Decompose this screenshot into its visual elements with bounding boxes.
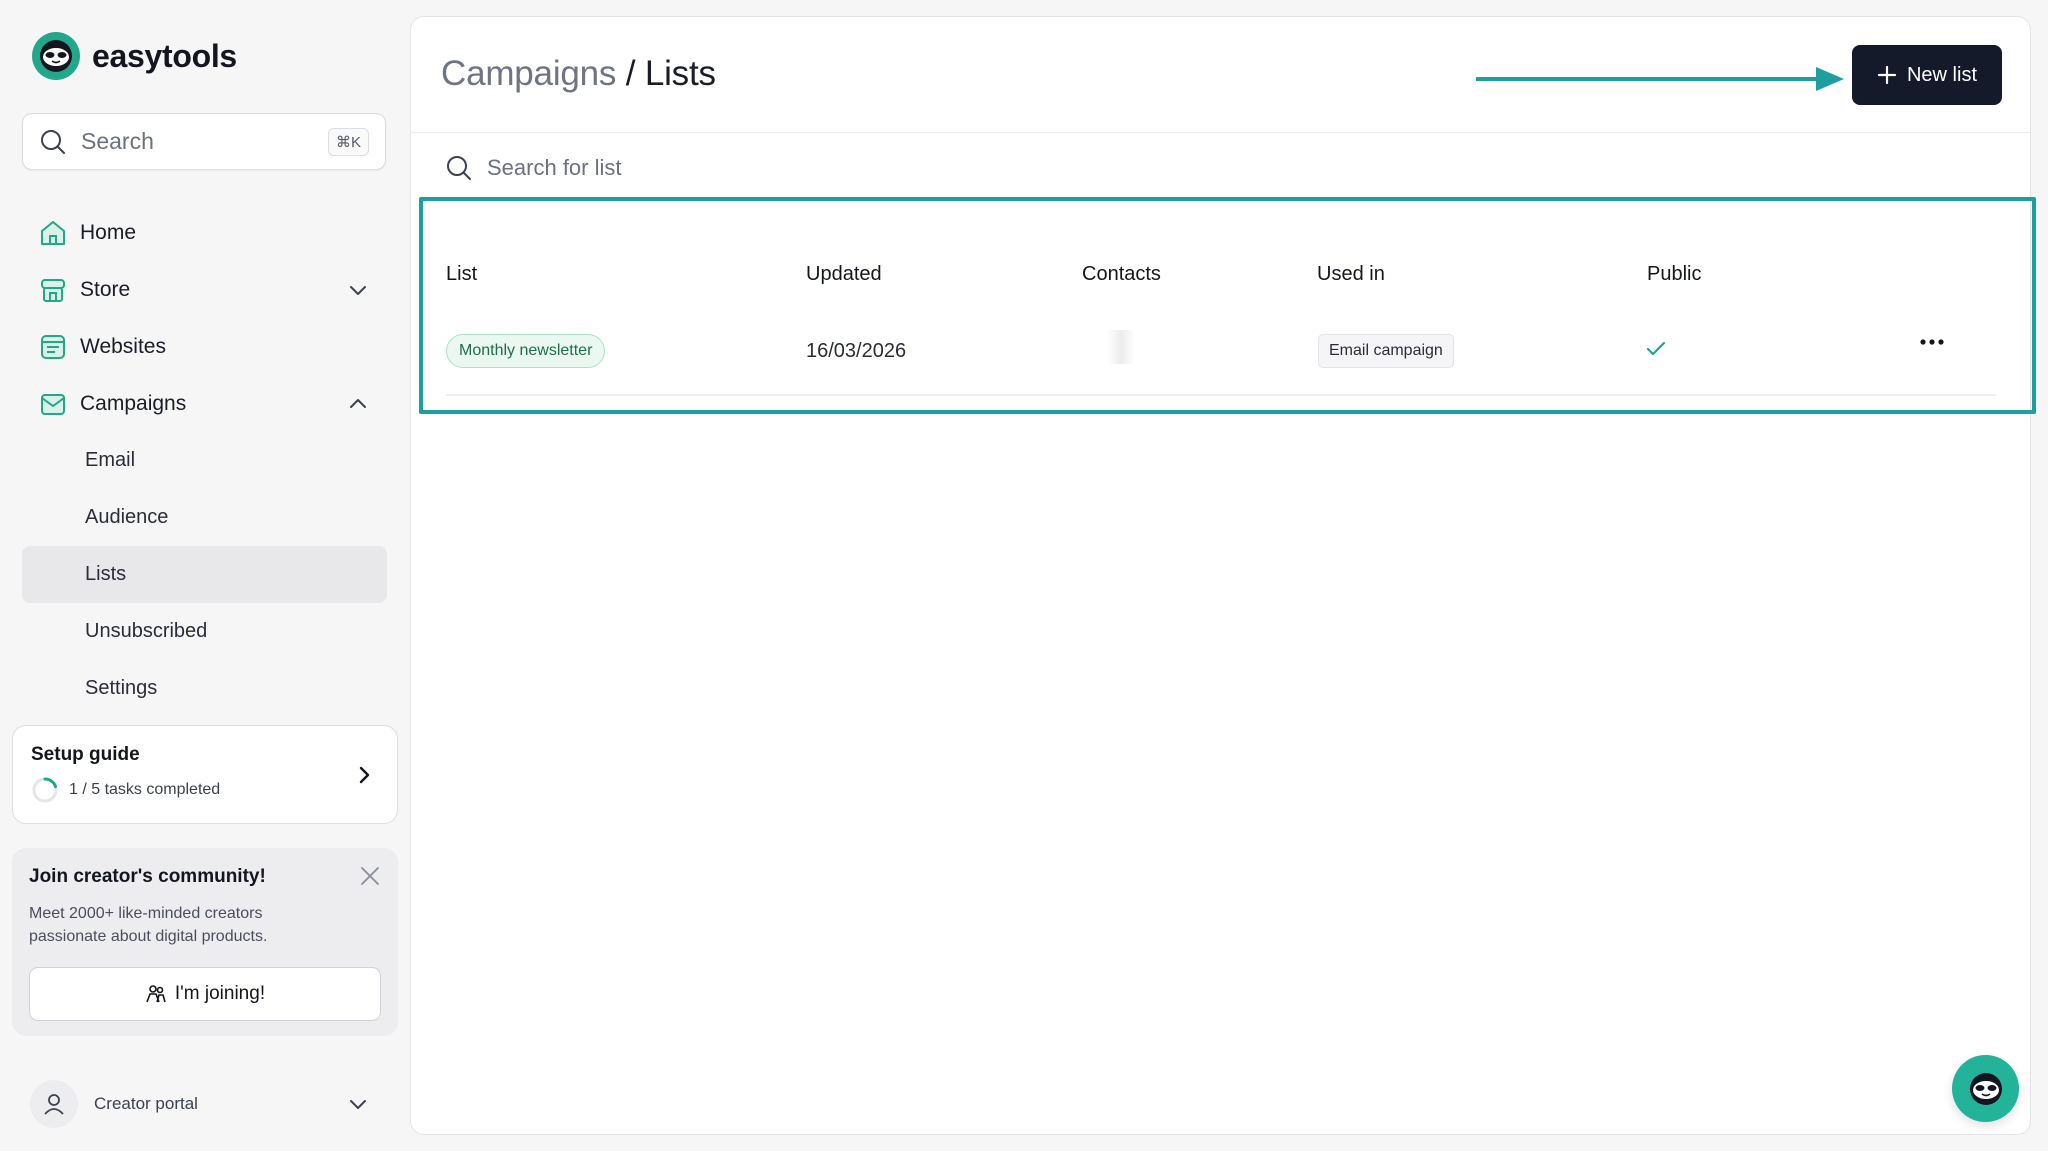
updated-date: 16/03/2026	[806, 340, 907, 362]
sidebar-subitem-label: Settings	[85, 677, 158, 699]
close-icon[interactable]	[358, 864, 382, 888]
home-icon	[41, 220, 65, 245]
column-header-used-in[interactable]: Used in	[1317, 263, 1385, 286]
annotation-arrow-icon	[1476, 67, 1844, 91]
join-community-button[interactable]: I'm joining!	[29, 967, 381, 1021]
store-icon	[41, 278, 65, 302]
page-header: Campaigns / Lists New list	[411, 17, 2030, 133]
sidebar-subitem-label: Lists	[85, 563, 127, 585]
support-chat-button[interactable]	[1952, 1055, 2019, 1122]
brand-name: easytools	[92, 37, 237, 74]
search-icon	[447, 156, 471, 180]
campaigns-icon	[41, 393, 65, 415]
sidebar-item-home[interactable]: Home	[22, 204, 387, 261]
column-header-list[interactable]: List	[446, 263, 477, 286]
used-in-badge: Email campaign	[1318, 334, 1454, 368]
sidebar-item-campaigns[interactable]: Campaigns	[22, 375, 387, 432]
new-list-button[interactable]: New list	[1852, 45, 2002, 105]
sidebar-item-label: Home	[80, 220, 137, 244]
search-placeholder: Search	[81, 128, 154, 154]
page-title: Lists	[644, 54, 716, 93]
search-shortcut-badge: ⌘K	[327, 127, 369, 156]
column-header-contacts[interactable]: Contacts	[1082, 263, 1161, 286]
creator-portal-switcher[interactable]: Creator portal	[22, 1076, 387, 1132]
community-text: Meet 2000+ like-minded creators passiona…	[29, 905, 268, 945]
contacts-count-placeholder	[1107, 330, 1135, 364]
creator-portal-label: Creator portal	[94, 1094, 198, 1113]
sidebar: easytools Search ⌘K Home Store Websites …	[0, 0, 410, 1151]
sloth-logo-icon	[32, 32, 80, 80]
breadcrumb-separator: /	[616, 54, 645, 93]
main-panel: Campaigns / Lists New list Search for li…	[410, 16, 2036, 1135]
sidebar-subitem-unsubscribed[interactable]: Unsubscribed	[22, 603, 387, 660]
sloth-chat-icon	[1969, 1072, 2002, 1105]
sidebar-subitem-label: Email	[85, 449, 136, 471]
sidebar-item-label: Store	[80, 277, 131, 301]
brand[interactable]: easytools	[32, 32, 237, 80]
list-name-badge[interactable]: Monthly newsletter	[446, 334, 606, 368]
check-icon	[1646, 341, 1666, 356]
row-divider	[446, 394, 1996, 396]
chevron-down-icon	[350, 1100, 366, 1109]
column-header-updated[interactable]: Updated	[806, 263, 882, 286]
sidebar-subitem-email[interactable]: Email	[22, 432, 387, 489]
chevron-up-icon[interactable]	[347, 393, 369, 415]
annotation-highlight-box	[419, 197, 2036, 414]
sidebar-item-label: Websites	[80, 334, 166, 358]
sidebar-subitem-label: Unsubscribed	[85, 620, 208, 642]
sidebar-subitem-lists[interactable]: Lists	[22, 546, 387, 603]
chevron-down-icon[interactable]	[347, 279, 369, 301]
search-icon	[41, 129, 65, 154]
join-community-label: I'm joining!	[174, 983, 266, 1004]
column-header-public[interactable]: Public	[1647, 263, 1701, 286]
sidebar-subitem-settings[interactable]: Settings	[22, 660, 387, 717]
more-options-icon[interactable]	[1919, 337, 1945, 347]
setup-guide-card[interactable]: Setup guide 1 / 5 tasks completed	[12, 725, 398, 824]
user-avatar-icon	[30, 1080, 78, 1128]
websites-icon	[41, 334, 65, 359]
sidebar-search-input[interactable]: Search ⌘K	[22, 113, 386, 170]
sidebar-subitem-audience[interactable]: Audience	[22, 489, 387, 546]
new-list-label: New list	[1906, 63, 1977, 86]
community-title: Join creator's community!	[29, 866, 266, 887]
setup-guide-title: Setup guide	[31, 744, 140, 765]
setup-guide-progress: 1 / 5 tasks completed	[69, 781, 221, 798]
app-root: easytools Search ⌘K Home Store Websites …	[0, 0, 2048, 1151]
sidebar-nav: Home Store Websites Campaigns Email Audi…	[22, 204, 387, 717]
progress-ring-icon	[32, 777, 58, 803]
plus-icon	[1877, 65, 1897, 85]
sidebar-subitem-label: Audience	[85, 506, 169, 528]
chevron-right-icon	[359, 766, 370, 784]
breadcrumb-campaigns[interactable]: Campaigns	[441, 54, 616, 93]
list-search-placeholder: Search for list	[487, 155, 622, 180]
sidebar-item-store[interactable]: Store	[22, 261, 387, 318]
people-icon	[146, 985, 166, 1003]
sidebar-item-websites[interactable]: Websites	[22, 318, 387, 375]
list-search-input[interactable]: Search for list	[445, 154, 622, 182]
community-card: Join creator's community! Meet 2000+ lik…	[12, 848, 398, 1036]
sidebar-item-label: Campaigns	[80, 391, 187, 415]
breadcrumb: Campaigns / Lists	[441, 54, 716, 94]
